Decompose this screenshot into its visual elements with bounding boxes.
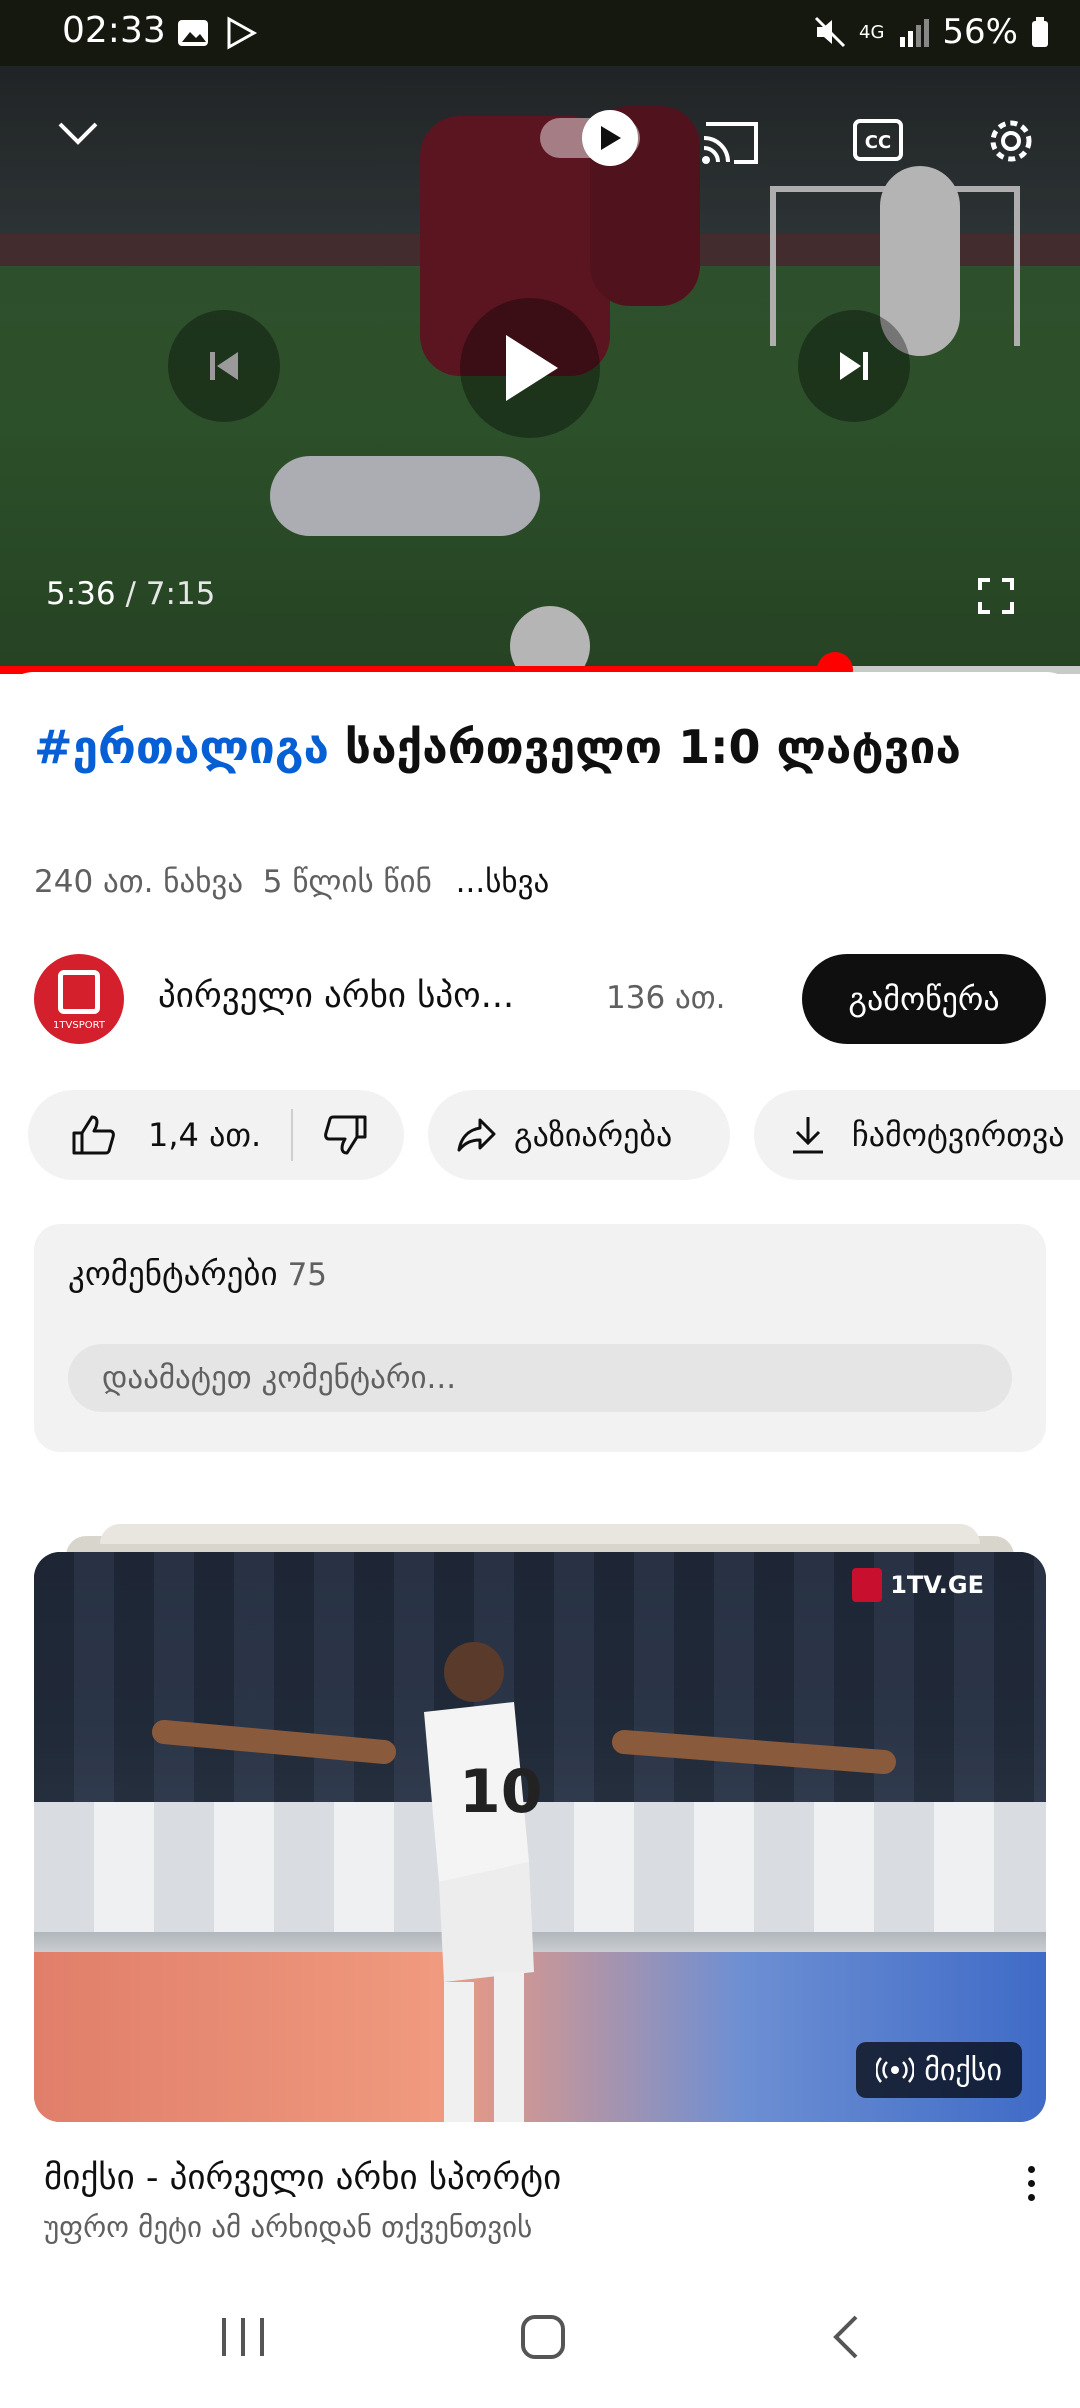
title-hashtag[interactable]: #ერთალიგა bbox=[34, 720, 329, 774]
next-button[interactable] bbox=[798, 310, 910, 422]
network-type: 4G bbox=[859, 21, 885, 43]
upload-age: 5 წლის წინ bbox=[262, 864, 432, 900]
mix-subtitle: უფრო მეტი ამ არხიდან თქვენთვის bbox=[44, 2210, 533, 2244]
status-time: 02:33 bbox=[62, 10, 166, 51]
time-separator: / bbox=[115, 576, 146, 612]
subscribe-button[interactable]: გამოწერა bbox=[802, 954, 1046, 1044]
share-button[interactable]: გაზიარება bbox=[428, 1090, 730, 1180]
channel-avatar[interactable]: 1TVSPORT bbox=[34, 954, 124, 1044]
more-link[interactable]: ...სხვა bbox=[456, 864, 550, 900]
status-bar: 02:33 4G 56% bbox=[0, 0, 1080, 66]
like-count: 1,4 ათ. bbox=[148, 1116, 262, 1154]
comments-panel[interactable]: კომენტარები 75 დაამატეთ კომენტარი... bbox=[34, 1224, 1046, 1452]
title-text: საქართველო 1:0 ლატვია bbox=[328, 720, 961, 774]
thumbnail-player-arms bbox=[152, 1720, 896, 1774]
video-meta[interactable]: 240 ათ. ნახვა 5 წლის წინ ...სხვა bbox=[34, 864, 549, 900]
view-count: 240 ათ. ნახვა bbox=[34, 864, 244, 900]
captions-icon[interactable]: CC bbox=[852, 118, 904, 162]
fullscreen-icon[interactable] bbox=[976, 576, 1016, 616]
mix-thumbnail[interactable]: 10 1TV.GE მიქსი bbox=[34, 1552, 1046, 2122]
battery-icon bbox=[1032, 17, 1048, 47]
mix-stack-layer bbox=[100, 1524, 980, 1544]
signal-icon bbox=[900, 19, 930, 47]
play-icon bbox=[506, 335, 558, 401]
comments-header: კომენტარები 75 bbox=[68, 1254, 327, 1293]
share-icon bbox=[457, 1118, 496, 1152]
share-label: გაზიარება bbox=[514, 1116, 673, 1154]
avatar-logo-mark bbox=[58, 970, 100, 1014]
thumbs-up-icon bbox=[72, 1115, 115, 1155]
watermark-text: 1TV.GE bbox=[890, 1571, 984, 1599]
mute-icon bbox=[814, 16, 846, 48]
dislike-button[interactable] bbox=[293, 1090, 369, 1180]
broadcast-icon bbox=[876, 2057, 915, 2083]
play-store-icon bbox=[227, 16, 258, 50]
comments-title: კომენტარები bbox=[68, 1254, 278, 1293]
svg-text:CC: CC bbox=[865, 132, 891, 153]
like-button[interactable]: 1,4 ათ. bbox=[28, 1090, 261, 1180]
more-options-icon[interactable] bbox=[1016, 2156, 1046, 2216]
recent-apps-icon[interactable] bbox=[218, 2314, 268, 2360]
download-icon bbox=[793, 1117, 823, 1154]
back-icon[interactable] bbox=[826, 2312, 866, 2362]
channel-watermark: 1TV.GE bbox=[852, 1568, 984, 1602]
mix-badge: მიქსი bbox=[856, 2042, 1022, 2098]
video-title: #ერთალიგა საქართველო 1:0 ლატვია bbox=[34, 712, 1034, 782]
time-display: 5:36 / 7:15 bbox=[46, 576, 215, 612]
avatar-label: 1TVSPORT bbox=[53, 1020, 105, 1031]
watermark-logo-mark bbox=[852, 1568, 883, 1602]
video-player[interactable]: CC 5:36 / 7:15 bbox=[0, 66, 1080, 672]
comments-count: 75 bbox=[287, 1257, 328, 1293]
gallery-icon bbox=[178, 20, 208, 46]
previous-button[interactable] bbox=[168, 310, 280, 422]
home-icon[interactable] bbox=[518, 2312, 568, 2362]
download-label: ჩამოტვირთვა bbox=[852, 1116, 1065, 1154]
mix-title[interactable]: მიქსი - პირველი არხი სპორტი bbox=[44, 2158, 561, 2198]
thumbs-down-icon bbox=[324, 1115, 367, 1155]
subscriber-count: 136 ათ. bbox=[606, 980, 726, 1016]
duration: 7:15 bbox=[145, 576, 216, 612]
current-time: 5:36 bbox=[46, 576, 116, 612]
skip-next-icon bbox=[840, 352, 868, 380]
cast-icon[interactable] bbox=[700, 116, 760, 166]
video-details: #ერთალიგა საქართველო 1:0 ლატვია 240 ათ. … bbox=[0, 672, 1080, 2408]
collapse-icon[interactable] bbox=[56, 118, 100, 148]
autoplay-play-icon bbox=[601, 126, 621, 150]
add-comment-input[interactable]: დაამატეთ კომენტარი... bbox=[68, 1344, 1012, 1412]
download-button[interactable]: ჩამოტვირთვა bbox=[754, 1090, 1080, 1180]
skip-previous-icon bbox=[210, 352, 238, 380]
settings-gear-icon[interactable] bbox=[982, 112, 1040, 170]
mix-badge-label: მიქსი bbox=[924, 2052, 1002, 2088]
channel-name[interactable]: პირველი არხი სპო... bbox=[158, 976, 514, 1016]
autoplay-toggle[interactable] bbox=[540, 110, 640, 166]
like-dislike-group: 1,4 ათ. bbox=[28, 1090, 404, 1180]
play-button[interactable] bbox=[460, 298, 600, 438]
battery-percent: 56% bbox=[942, 12, 1018, 52]
system-nav-bar bbox=[0, 2266, 1080, 2408]
